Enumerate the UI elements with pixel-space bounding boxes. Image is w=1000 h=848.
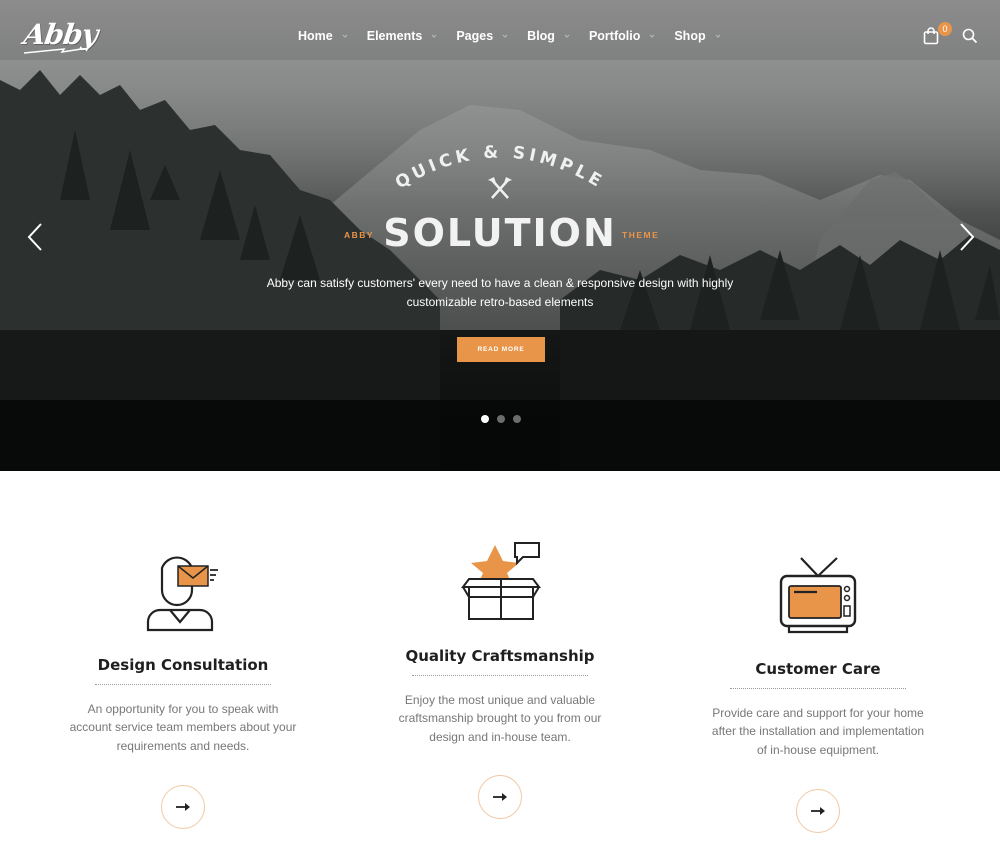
hero-headline: SOLUTION [383,211,617,255]
chevron-down-icon [564,34,570,38]
brand-logo[interactable]: Abby [22,18,100,51]
main-nav: Home Elements Pages Blog Portfolio Shop [298,29,740,43]
feature-title: Customer Care [755,660,881,678]
shopping-bag-icon [923,27,939,45]
nav-portfolio-label: Portfolio [588,29,641,43]
nav-shop[interactable]: Shop [674,29,720,43]
feature-text-line: Enjoy the most unique and valuable [404,693,596,707]
feature-text-line: craftsmanship brought to you from our [398,711,602,726]
feature-text-line: requirements and needs. [116,738,250,753]
chevron-down-icon [502,34,508,38]
slider-dot-2[interactable] [497,415,505,423]
slider-next-arrow-icon[interactable] [958,222,976,252]
feature-description: Enjoy the most unique and valuable craft… [370,691,630,746]
nav-elements-label: Elements [366,29,423,43]
slider-dot-3[interactable] [513,415,521,423]
nav-portfolio[interactable]: Portfolio [589,29,655,43]
nav-pages-label: Pages [456,29,494,43]
consultant-mail-icon [146,556,218,632]
crossed-axes-icon [488,177,512,199]
hero-side-label-left: ABBY [344,230,375,240]
nav-blog-label: Blog [527,29,555,43]
slider-dots [481,415,521,423]
nav-home-label: Home [298,29,333,43]
feature-more-button[interactable] [478,775,522,819]
search-icon [962,28,978,44]
feature-text-line: design and in-house team. [429,729,571,744]
feature-title: Quality Craftsmanship [405,647,595,665]
hero-description: Abby can satisfy customers' every need t… [240,274,760,312]
read-more-button[interactable]: READ MORE [457,337,545,362]
feature-text-line: after the installation and implementatio… [711,724,925,739]
chevron-down-icon [715,34,720,38]
chevron-down-icon [342,34,348,38]
hero-description-line: customizable retro-based elements [406,295,594,309]
feature-text-line: of in-house equipment. [756,742,880,757]
chevron-down-icon [431,34,437,38]
feature-more-button[interactable] [796,789,840,833]
tv-icon [779,557,857,634]
feature-more-button[interactable] [161,785,205,829]
cart-count-badge: 0 [938,22,952,36]
nav-shop-label: Shop [674,29,706,43]
hero-slider: Abby Home Elements Pages Blog Portfolio … [0,0,1000,471]
feature-description: Provide care and support for your home a… [688,704,948,759]
search-button[interactable] [962,28,978,49]
nav-blog[interactable]: Blog [527,29,570,43]
feature-text-line: Provide care and support for your home [712,706,924,720]
feature-divider [730,688,906,689]
arrow-right-icon [493,793,507,801]
nav-home[interactable]: Home [298,29,348,43]
feature-divider [412,675,588,676]
logo-swoosh-icon [24,48,89,54]
nav-elements[interactable]: Elements [367,29,438,43]
hero-description-line: Abby can satisfy customers' every need t… [266,276,734,290]
hero-side-label-right: THEME [622,230,660,240]
feature-text-line: An opportunity for you to speak with [87,702,279,716]
slider-prev-arrow-icon[interactable] [26,222,44,252]
feature-divider [95,684,271,685]
feature-text-line: account service team members about your [69,720,297,735]
arrow-right-icon [176,803,190,811]
chevron-down-icon [649,34,655,38]
box-star-icon [461,542,541,620]
slider-dot-1[interactable] [481,415,489,423]
nav-pages[interactable]: Pages [456,29,508,43]
arrow-right-icon [811,807,825,815]
feature-title: Design Consultation [97,656,269,674]
feature-description: An opportunity for you to speak with acc… [53,700,313,755]
